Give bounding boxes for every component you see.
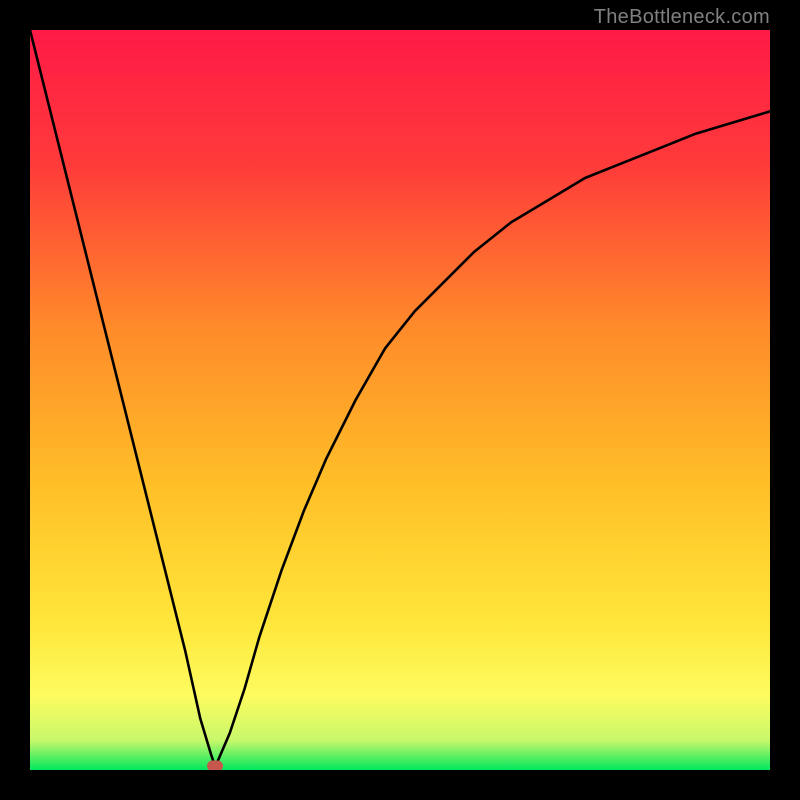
- plot-area: [30, 30, 770, 770]
- watermark-text: TheBottleneck.com: [594, 6, 770, 29]
- bottleneck-curve: [30, 30, 770, 770]
- chart-frame: TheBottleneck.com: [0, 0, 800, 800]
- minimum-marker: [207, 761, 223, 770]
